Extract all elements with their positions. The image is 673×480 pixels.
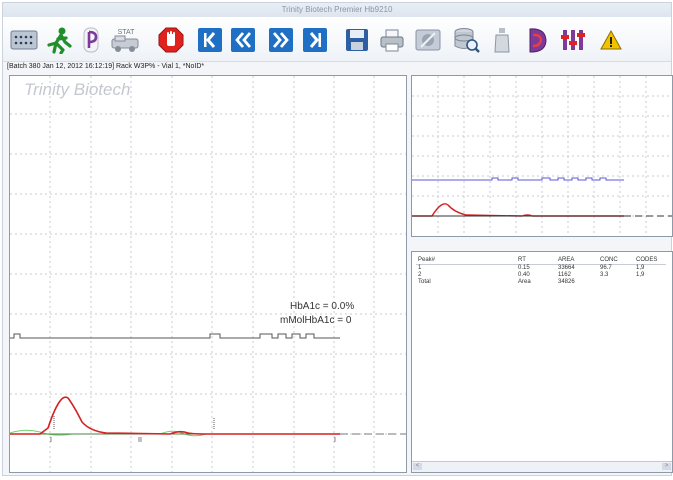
- overview-chromatogram-panel: [411, 75, 673, 237]
- last-icon[interactable]: [300, 25, 330, 55]
- cell-codes: 1,9: [636, 272, 645, 278]
- header-peak[interactable]: Peak#: [416, 257, 516, 265]
- application-window: Trinity Biotech Premier Hb9210 STAT [Bat…: [2, 2, 673, 476]
- grid-icon[interactable]: [9, 25, 39, 55]
- run-icon[interactable]: [44, 25, 74, 55]
- cell-conc: [598, 279, 634, 286]
- peak-table-panel: Peak# RT AREA CONC CODES 1 0.15 33664 96…: [411, 251, 673, 473]
- horizontal-scrollbar[interactable]: < >: [412, 461, 672, 472]
- main-chromatogram-panel: I II I Trinity Biotech HbA1c = 0.0% mMol…: [9, 75, 407, 473]
- cell-conc: 96.7: [600, 265, 612, 271]
- cell-rt: 0.15: [518, 265, 530, 271]
- main-chromatogram: I II I: [10, 76, 406, 472]
- mmol-result: mMolHbA1c = 0: [280, 315, 352, 326]
- cell-peak: 1: [418, 265, 422, 271]
- cell-codes: [634, 279, 666, 286]
- calibration-icon[interactable]: [413, 25, 443, 55]
- head-icon[interactable]: [522, 25, 552, 55]
- toolbar: STAT: [3, 17, 671, 62]
- scroll-left-arrow[interactable]: <: [413, 463, 422, 470]
- header-area[interactable]: AREA: [556, 257, 598, 265]
- scroll-right-arrow[interactable]: >: [662, 463, 671, 470]
- cell-rt: 0.40: [518, 272, 530, 278]
- cell-area: 1162: [558, 272, 571, 278]
- peak-mark-3: I: [334, 437, 336, 444]
- header-rt[interactable]: RT: [516, 257, 556, 265]
- cell-peak: Total: [418, 279, 431, 285]
- window-title: Trinity Biotech Premier Hb9210: [3, 3, 671, 17]
- maintenance-icon[interactable]: [558, 25, 588, 55]
- status-bar: [Batch 380 Jan 12, 2012 16:12:19] Rack W…: [7, 63, 205, 70]
- print-icon[interactable]: [377, 25, 407, 55]
- peak-table-header: Peak# RT AREA CONC CODES: [416, 257, 666, 265]
- database-search-icon[interactable]: [451, 25, 481, 55]
- cell-conc: 3.3: [600, 272, 609, 278]
- next-icon[interactable]: [266, 25, 296, 55]
- hba1c-result: HbA1c = 0.0%: [290, 301, 355, 312]
- stop-icon[interactable]: [156, 25, 186, 55]
- signal-trace: [10, 396, 340, 435]
- header-conc[interactable]: CONC: [598, 257, 634, 265]
- overview-valve-trace: [412, 177, 624, 181]
- peak-mark-1: I: [50, 437, 52, 444]
- save-icon[interactable]: [342, 25, 372, 55]
- table-row[interactable]: Total Area 34826: [416, 279, 666, 286]
- cell-rt: Area: [518, 279, 531, 285]
- first-icon[interactable]: [195, 25, 225, 55]
- stat-icon[interactable]: STAT: [109, 25, 143, 55]
- warning-icon[interactable]: [596, 25, 626, 55]
- cell-area: 33664: [558, 265, 575, 271]
- header-codes[interactable]: CODES: [634, 257, 666, 265]
- overview-chromatogram: [412, 76, 672, 236]
- report-icon[interactable]: [75, 25, 105, 55]
- peak-table: Peak# RT AREA CONC CODES 1 0.15 33664 96…: [416, 257, 666, 286]
- overview-signal-trace: [412, 203, 624, 217]
- table-row[interactable]: 2 0.40 1162 3.3 1,9: [416, 272, 666, 279]
- cell-peak: 2: [418, 272, 422, 278]
- cell-area: 34826: [558, 279, 575, 285]
- peak-mark-2: II: [138, 437, 142, 444]
- reagent-bottle-icon[interactable]: [487, 25, 517, 55]
- table-row[interactable]: 1 0.15 33664 96.7 1,9: [416, 265, 666, 273]
- valve-trace: [10, 333, 340, 339]
- cell-codes: 1,9: [636, 265, 645, 271]
- previous-icon[interactable]: [228, 25, 258, 55]
- watermark-logo: Trinity Biotech: [24, 80, 131, 99]
- stat-label: STAT: [118, 29, 136, 36]
